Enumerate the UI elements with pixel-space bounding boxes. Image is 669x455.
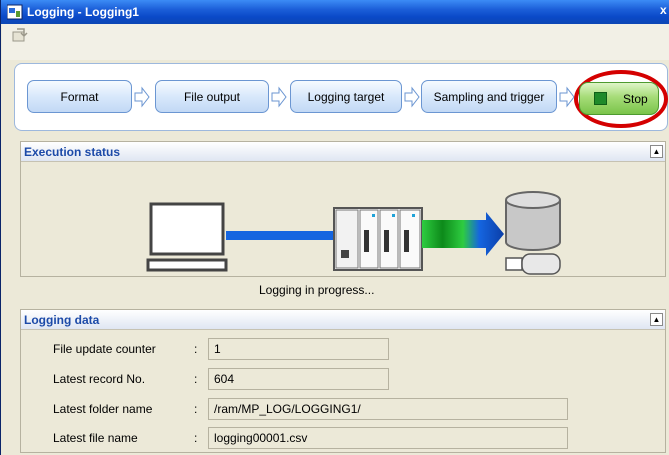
latest-record-number-field: 604 (208, 368, 389, 390)
step-label: Format (60, 89, 99, 104)
connection-line (226, 231, 336, 240)
computer-icon (146, 202, 228, 272)
execution-diagram (146, 191, 561, 275)
stop-icon (594, 92, 607, 105)
step-label: Sampling and trigger (433, 89, 545, 104)
collapse-icon[interactable]: ▲ (650, 145, 663, 158)
step-arrow-icon (271, 86, 287, 108)
logging-window: Logging - Logging1 x Format File output … (0, 0, 669, 455)
latest-folder-name-field: /ram/MP_LOG/LOGGING1/ (208, 398, 568, 420)
row-label: Latest record No. (53, 372, 146, 386)
row-colon: : (194, 372, 198, 386)
execution-status-text: Logging in progress... (259, 283, 375, 297)
stop-button[interactable]: Stop (579, 82, 659, 115)
stop-label: Stop (623, 91, 648, 106)
row-colon: : (194, 342, 198, 356)
usb-memory-icon (505, 253, 561, 275)
step-logging-target-button[interactable]: Logging target (290, 80, 402, 113)
row-label: Latest file name (53, 431, 138, 445)
step-format-button[interactable]: Format (27, 80, 132, 113)
toolbar (2, 24, 669, 60)
row-colon: : (194, 402, 198, 416)
step-file-output-button[interactable]: File output (155, 80, 269, 113)
panel-title: Execution status (24, 145, 121, 159)
step-sampling-trigger-button[interactable]: Sampling and trigger (421, 80, 557, 113)
window-title: Logging - Logging1 (27, 5, 139, 19)
data-flow-arrow-icon (422, 212, 504, 256)
step-arrow-icon (134, 86, 150, 108)
step-arrow-icon (559, 86, 575, 108)
step-arrow-icon (404, 86, 420, 108)
plc-controller-icon (333, 207, 423, 271)
step-label: File output (183, 89, 241, 104)
field-value: /ram/MP_LOG/LOGGING1/ (214, 402, 361, 416)
close-icon[interactable]: x (660, 3, 667, 17)
row-label: Latest folder name (53, 402, 153, 416)
row-label: File update counter (53, 342, 156, 356)
title-bar[interactable]: Logging - Logging1 x (1, 0, 669, 24)
logging-data-header: Logging data ▲ (21, 310, 665, 330)
panel-title: Logging data (24, 313, 100, 327)
row-colon: : (194, 431, 198, 445)
execution-status-header: Execution status ▲ (21, 142, 665, 162)
collapse-icon[interactable]: ▲ (650, 313, 663, 326)
database-icon (505, 191, 561, 251)
export-icon[interactable] (12, 28, 28, 42)
window-app-icon (7, 4, 23, 20)
file-update-counter-field: 1 (208, 338, 389, 360)
field-value: 1 (214, 342, 221, 356)
step-label: Logging target (307, 89, 385, 104)
field-value: 604 (214, 372, 235, 386)
latest-file-name-field: logging00001.csv (208, 427, 568, 449)
field-value: logging00001.csv (214, 431, 308, 445)
